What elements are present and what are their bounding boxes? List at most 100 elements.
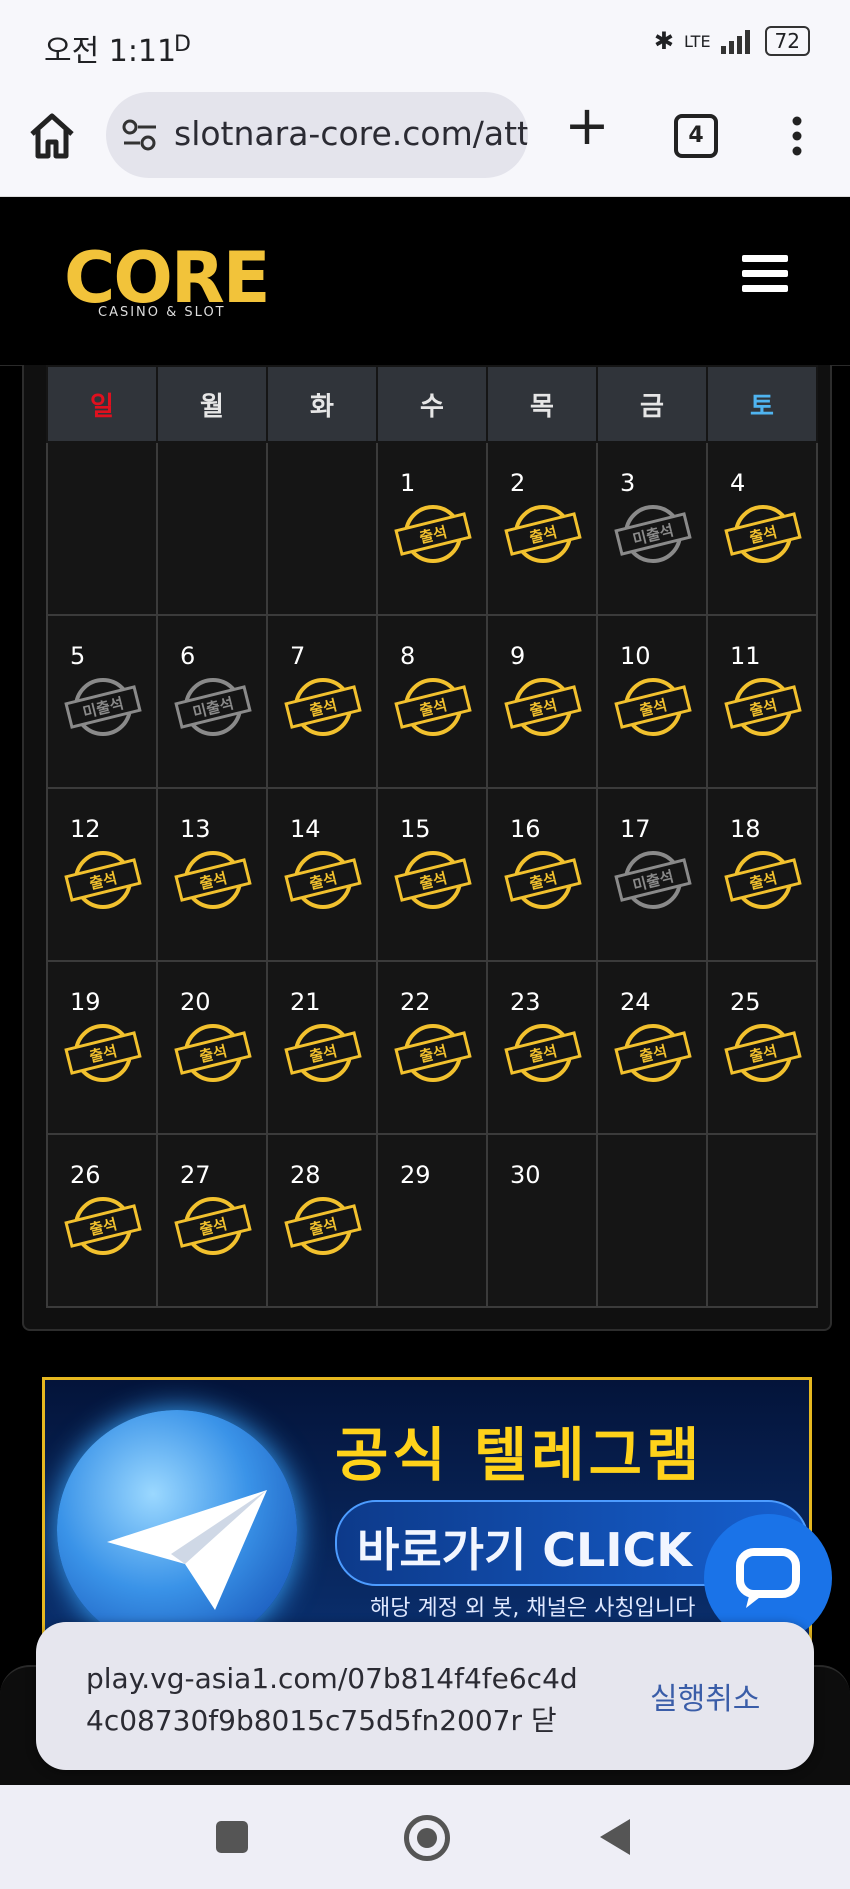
browser-toolbar: slotnara-core.com/att + 4 [0,90,850,197]
calendar-day-cell: 23 출석 [486,960,598,1135]
banner-cta-label: 바로가기 CLICK [357,1523,692,1577]
new-tab-icon[interactable]: + [562,99,612,153]
calendar-day-cell [46,441,158,616]
calendar-day-cell [266,441,378,616]
weekday-header: 금 [596,365,708,443]
battery-indicator: 72 [764,26,810,56]
telegram-plane-icon [107,1490,267,1610]
calendar-day-cell: 14 출석 [266,787,378,962]
day-number: 14 [290,815,321,843]
url-text: slotnara-core.com/att [174,114,528,153]
day-number: 22 [400,988,431,1016]
weekday-header: 토 [706,365,818,443]
absent-stamp-icon: 미출석 [174,678,252,736]
attended-stamp-icon: 출석 [174,1197,252,1255]
day-number: 1 [400,469,416,497]
weekday-header: 수 [376,365,488,443]
absent-stamp-icon: 미출석 [614,851,692,909]
attendance-calendar: 일월화수목금토 1 출석 2 출석 3 미출석 4 출석 5 미출석 6 미출석 7 출석 8 출석 9 출석 10… [22,365,832,1331]
day-number: 2 [510,469,526,497]
calendar-week: 5 미출석 6 미출석 7 출석 8 출석 9 출석 10 출석 11 출석 [46,614,818,789]
attended-stamp-icon: 출석 [284,1197,362,1255]
calendar-week: 1 출석 2 출석 3 미출석 4 출석 [46,441,818,616]
day-number: 28 [290,1161,321,1189]
calendar-day-cell: 17 미출석 [596,787,708,962]
calendar-week: 19 출석 20 출석 21 출석 22 출석 23 출석 24 출석 25 출석 [46,960,818,1135]
undo-button[interactable]: 실행취소 [650,1674,760,1718]
hamburger-menu-icon[interactable] [742,255,788,293]
calendar-day-cell: 10 출석 [596,614,708,789]
attended-stamp-icon: 출석 [724,1024,802,1082]
weekday-header: 월 [156,365,268,443]
attended-stamp-icon: 출석 [64,1024,142,1082]
attended-stamp-icon: 출석 [614,678,692,736]
day-number: 5 [70,642,86,670]
day-number: 8 [400,642,416,670]
day-number: 20 [180,988,211,1016]
calendar-week: 12 출석 13 출석 14 출석 15 출석 16 출석 17 미출석 18 출석 [46,787,818,962]
attended-stamp-icon: 출석 [504,1024,582,1082]
calendar-day-cell: 2 출석 [486,441,598,616]
home-nav-icon[interactable] [404,1815,450,1861]
calendar-day-cell: 11 출석 [706,614,818,789]
attended-stamp-icon: 출석 [504,678,582,736]
weekday-header: 화 [266,365,378,443]
banner-note: 해당 계정 외 봇, 채널은 사칭입니다 [370,1596,696,1621]
attended-stamp-icon: 출석 [394,1024,472,1082]
day-number: 25 [730,988,761,1016]
bluetooth-icon: ✱ [653,27,674,55]
absent-stamp-icon: 미출석 [64,678,142,736]
banner-title: 공식 텔레그램 [335,1421,704,1489]
attended-stamp-icon: 출석 [394,851,472,909]
day-number: 24 [620,988,651,1016]
absent-stamp-icon: 미출석 [614,505,692,563]
attended-stamp-icon: 출석 [174,851,252,909]
calendar-day-cell: 12 출석 [46,787,158,962]
calendar-day-cell: 4 출석 [706,441,818,616]
day-number: 16 [510,815,541,843]
signal-icon [720,30,750,54]
address-bar[interactable]: slotnara-core.com/att [106,92,528,178]
calendar-day-cell: 25 출석 [706,960,818,1135]
calendar-day-cell: 7 출석 [266,614,378,789]
download-toast: play.vg-asia1.com/07b814f4fe6c4d4c08730f… [36,1622,814,1770]
back-icon[interactable] [600,1819,630,1855]
attended-stamp-icon: 출석 [724,505,802,563]
calendar-day-cell: 18 출석 [706,787,818,962]
attended-stamp-icon: 출석 [284,678,362,736]
home-icon[interactable] [26,110,78,162]
attended-stamp-icon: 출석 [284,1024,362,1082]
calendar-day-cell: 27 출석 [156,1133,268,1308]
day-number: 21 [290,988,321,1016]
day-number: 6 [180,642,196,670]
status-indicator: D [174,32,191,57]
calendar-day-cell: 16 출석 [486,787,598,962]
toast-message: play.vg-asia1.com/07b814f4fe6c4d4c08730f… [86,1662,578,1737]
system-navigation-bar [0,1785,850,1889]
recents-icon[interactable] [216,1821,248,1853]
calendar-day-cell: 24 출석 [596,960,708,1135]
site-logo[interactable]: CORE CASINO & SLOT [64,243,271,325]
calendar-day-cell [706,1133,818,1308]
day-number: 9 [510,642,526,670]
status-time: 오전 1:11 [44,34,177,69]
calendar-day-cell: 5 미출석 [46,614,158,789]
calendar-day-cell: 30 [486,1133,598,1308]
attended-stamp-icon: 출석 [284,851,362,909]
more-menu-icon[interactable] [790,116,804,156]
tab-switcher-button[interactable]: 4 [674,114,718,158]
calendar-day-cell: 3 미출석 [596,441,708,616]
day-number: 30 [510,1161,541,1189]
telegram-banner[interactable]: 공식 텔레그램 바로가기 CLICK 해당 계정 외 봇, 채널은 사칭입니다 [42,1377,812,1643]
chat-bubble-icon [736,1548,800,1608]
attended-stamp-icon: 출석 [64,851,142,909]
attended-stamp-icon: 출석 [504,851,582,909]
day-number: 29 [400,1161,431,1189]
calendar-day-cell: 19 출석 [46,960,158,1135]
day-number: 3 [620,469,636,497]
day-number: 13 [180,815,211,843]
site-settings-icon[interactable] [122,118,158,152]
telegram-logo [57,1410,297,1640]
day-number: 17 [620,815,651,843]
attended-stamp-icon: 출석 [724,678,802,736]
